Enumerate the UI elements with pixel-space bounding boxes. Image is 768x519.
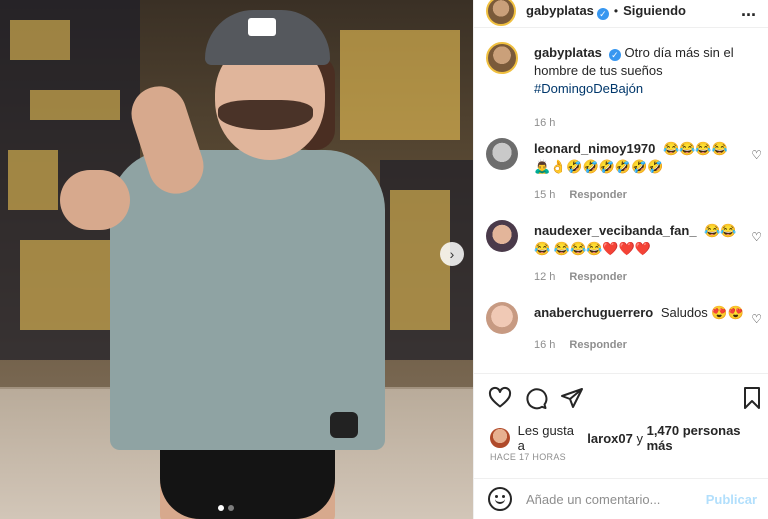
commenter-avatar[interactable] bbox=[486, 302, 518, 334]
heart-outline-icon[interactable]: ♡ bbox=[751, 312, 762, 326]
comment-input[interactable] bbox=[526, 491, 706, 507]
carousel-dots bbox=[218, 505, 234, 511]
comment-time[interactable]: 16 h bbox=[534, 336, 555, 354]
wristwatch bbox=[330, 412, 358, 438]
author-avatar[interactable] bbox=[486, 42, 518, 74]
emoji-icon[interactable] bbox=[488, 487, 512, 511]
post-side-panel: gabyplatas ✓ • Siguiendo ... gabyplatas ✓… bbox=[473, 0, 768, 519]
comments-section[interactable]: gabyplatas ✓ Otro día más sin el hombre d… bbox=[474, 28, 768, 373]
commenter-username[interactable]: leonard_nimoy1970 bbox=[534, 141, 655, 156]
background-light bbox=[8, 150, 58, 210]
add-comment-bar: Publicar bbox=[474, 478, 768, 519]
reply-button[interactable]: Responder bbox=[569, 336, 626, 354]
verified-badge-icon: ✓ bbox=[596, 7, 609, 20]
next-photo-button[interactable]: › bbox=[440, 242, 464, 266]
background-light bbox=[340, 30, 460, 140]
background-light bbox=[20, 240, 120, 330]
author-username[interactable]: gabyplatas bbox=[526, 3, 594, 18]
carousel-dot bbox=[228, 505, 234, 511]
action-bar bbox=[474, 373, 768, 423]
heart-outline-icon[interactable]: ♡ bbox=[751, 148, 762, 162]
likes-middle: y bbox=[636, 430, 643, 446]
comment-text: Saludos 😍😍 bbox=[660, 305, 744, 320]
fake-moustache bbox=[218, 100, 313, 130]
carousel-dot-active bbox=[218, 505, 224, 511]
person-arm bbox=[60, 170, 130, 230]
heart-icon[interactable] bbox=[488, 386, 512, 410]
likes-prefix: Les gusta a bbox=[517, 423, 575, 453]
likes-count[interactable]: 1,470 personas más bbox=[647, 423, 768, 453]
comment-time[interactable]: 15 h bbox=[534, 186, 555, 204]
liker-username[interactable]: larox07 bbox=[587, 431, 633, 446]
commenter-avatar[interactable] bbox=[486, 220, 518, 252]
reply-button[interactable]: Responder bbox=[569, 268, 626, 286]
commenter-avatar[interactable] bbox=[486, 138, 518, 170]
post-timestamp[interactable]: HACE 17 HORAS bbox=[490, 452, 566, 462]
publish-button[interactable]: Publicar bbox=[706, 492, 757, 507]
background-light bbox=[30, 90, 120, 120]
reply-button[interactable]: Responder bbox=[569, 186, 626, 204]
likes-summary: Les gusta a larox07 y 1,470 personas más bbox=[490, 423, 768, 453]
cap-logo bbox=[248, 18, 276, 36]
caption-time[interactable]: 16 h bbox=[534, 114, 555, 132]
author-avatar[interactable] bbox=[486, 0, 516, 26]
verified-badge-icon: ✓ bbox=[608, 49, 621, 61]
comment-icon[interactable] bbox=[524, 386, 548, 410]
person-shirt bbox=[110, 150, 385, 450]
separator-dot: • bbox=[613, 3, 619, 18]
background-light bbox=[10, 20, 70, 60]
comment-time[interactable]: 12 h bbox=[534, 268, 555, 286]
heart-outline-icon[interactable]: ♡ bbox=[751, 230, 762, 244]
bookmark-icon[interactable] bbox=[740, 386, 764, 410]
chevron-right-icon: › bbox=[449, 246, 455, 262]
commenter-username[interactable]: naudexer_vecibanda_fan_ bbox=[534, 223, 697, 238]
caption-hashtag[interactable]: #DomingoDeBajón bbox=[534, 81, 643, 96]
caption-username[interactable]: gabyplatas bbox=[534, 45, 602, 60]
post-photo[interactable]: › bbox=[0, 0, 473, 519]
following-button[interactable]: Siguiendo bbox=[623, 3, 686, 18]
more-options-icon[interactable]: ... bbox=[741, 0, 756, 20]
share-icon[interactable] bbox=[560, 386, 584, 410]
post-header: gabyplatas ✓ • Siguiendo ... bbox=[474, 0, 768, 28]
commenter-username[interactable]: anaberchuguerrero bbox=[534, 305, 653, 320]
liker-avatar[interactable] bbox=[490, 428, 510, 448]
